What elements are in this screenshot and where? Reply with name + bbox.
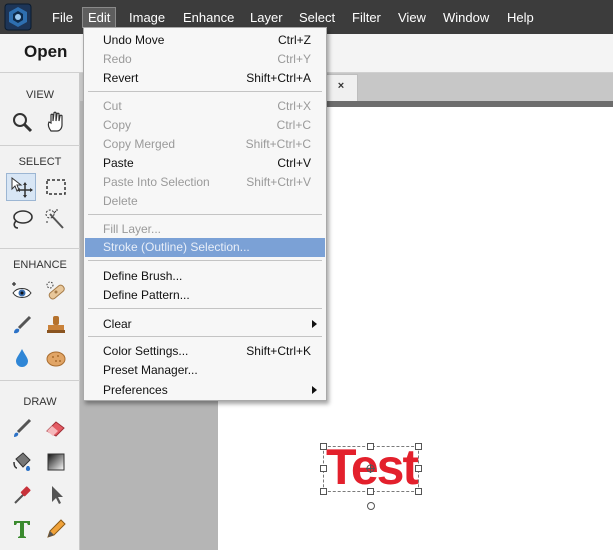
menu-item-copy-merged: Copy Merged Shift+Ctrl+C xyxy=(103,137,311,151)
eyedropper-icon[interactable] xyxy=(7,481,37,509)
edit-menu-dropdown: Undo Move Ctrl+Z Redo Ctrl+Y Revert Shift+C… xyxy=(83,27,327,401)
transform-handle-middle-left[interactable] xyxy=(320,465,327,472)
transform-handle-top-right[interactable] xyxy=(415,443,422,450)
transform-handle-bottom-left[interactable] xyxy=(320,488,327,495)
menu-view[interactable]: View xyxy=(393,7,431,28)
menu-item-fill-layer: Fill Layer... xyxy=(103,222,162,236)
menu-item-paste-into-selection: Paste Into Selection Shift+Ctrl+V xyxy=(103,175,311,189)
move-tool-icon[interactable] xyxy=(6,173,36,201)
paint-bucket-icon[interactable] xyxy=(7,448,37,476)
menu-separator xyxy=(88,214,322,215)
menu-item-delete: Delete xyxy=(103,194,138,208)
custom-shape-icon[interactable] xyxy=(41,481,71,509)
sponge-tool-icon[interactable] xyxy=(41,344,71,372)
menu-separator xyxy=(88,336,322,337)
brush-tool-icon[interactable] xyxy=(7,414,37,442)
menu-window[interactable]: Window xyxy=(438,7,494,28)
gradient-tool-icon[interactable] xyxy=(41,448,71,476)
menu-enhance[interactable]: Enhance xyxy=(178,7,239,28)
rotate-handle[interactable] xyxy=(367,502,375,510)
menu-item-paste[interactable]: Paste Ctrl+V xyxy=(85,154,325,173)
red-eye-icon[interactable] xyxy=(7,278,37,306)
menu-filter[interactable]: Filter xyxy=(347,7,386,28)
menu-item-define-pattern[interactable]: Define Pattern... xyxy=(85,286,325,305)
rectangular-marquee-icon[interactable] xyxy=(41,173,71,201)
type-tool-icon[interactable] xyxy=(7,515,37,543)
close-tab-icon[interactable]: × xyxy=(335,79,347,93)
menu-item-stroke-selection[interactable]: Stroke (Outline) Selection... xyxy=(85,238,325,257)
menu-item-define-brush[interactable]: Define Brush... xyxy=(85,267,325,286)
lasso-tool-icon[interactable] xyxy=(7,206,37,234)
menu-help[interactable]: Help xyxy=(502,7,539,28)
open-button[interactable]: Open xyxy=(24,42,67,62)
blur-tool-icon[interactable] xyxy=(7,344,37,372)
transform-handle-top-center[interactable] xyxy=(367,443,374,450)
photoshop-elements-logo[interactable] xyxy=(4,3,32,31)
menu-item-preferences[interactable]: Preferences xyxy=(85,381,325,400)
menu-item-redo: Redo Ctrl+Y xyxy=(103,52,311,66)
submenu-arrow-icon xyxy=(312,386,317,394)
menu-item-cut: Cut Ctrl+X xyxy=(103,99,311,113)
pencil-tool-icon[interactable] xyxy=(41,515,71,543)
toolbox-divider xyxy=(0,380,80,381)
eraser-tool-icon[interactable] xyxy=(41,414,71,442)
transform-handle-middle-right[interactable] xyxy=(415,465,422,472)
menu-item-preset-manager[interactable]: Preset Manager... xyxy=(85,361,325,380)
menu-file[interactable]: File xyxy=(47,7,78,28)
menu-separator xyxy=(88,308,322,309)
menu-item-undo-move[interactable]: Undo Move Ctrl+Z xyxy=(85,31,325,50)
menu-edit[interactable]: Edit xyxy=(82,7,117,28)
menu-separator xyxy=(88,260,322,261)
toolbox-divider xyxy=(0,248,80,249)
spot-healing-icon[interactable] xyxy=(41,278,71,306)
section-draw-label: DRAW xyxy=(23,396,57,408)
menu-item-revert[interactable]: Revert Shift+Ctrl+A xyxy=(85,69,325,88)
transform-handle-bottom-right[interactable] xyxy=(415,488,422,495)
menu-image[interactable]: Image xyxy=(124,7,170,28)
transform-handle-bottom-center[interactable] xyxy=(367,488,374,495)
submenu-arrow-icon xyxy=(312,320,317,328)
toolbox-divider xyxy=(0,145,80,146)
hand-tool-icon[interactable] xyxy=(41,108,71,136)
menu-layer[interactable]: Layer xyxy=(245,7,288,28)
transform-handle-top-left[interactable] xyxy=(320,443,327,450)
menu-item-color-settings[interactable]: Color Settings... Shift+Ctrl+K xyxy=(85,342,325,361)
transform-center-icon[interactable] xyxy=(366,464,375,473)
smart-brush-icon[interactable] xyxy=(7,311,37,339)
menu-separator xyxy=(88,91,322,92)
toolbox: VIEW SELECT ENHANCE DRAW xyxy=(0,73,80,550)
quick-selection-icon[interactable] xyxy=(41,206,71,234)
zoom-tool-icon[interactable] xyxy=(7,108,37,136)
section-enhance-label: ENHANCE xyxy=(13,259,67,271)
menu-item-clear[interactable]: Clear xyxy=(85,315,325,334)
menu-item-copy: Copy Ctrl+C xyxy=(103,118,311,132)
clone-stamp-icon[interactable] xyxy=(41,311,71,339)
menu-select[interactable]: Select xyxy=(294,7,340,28)
section-view-label: VIEW xyxy=(25,89,55,101)
section-select-label: SELECT xyxy=(18,156,62,168)
